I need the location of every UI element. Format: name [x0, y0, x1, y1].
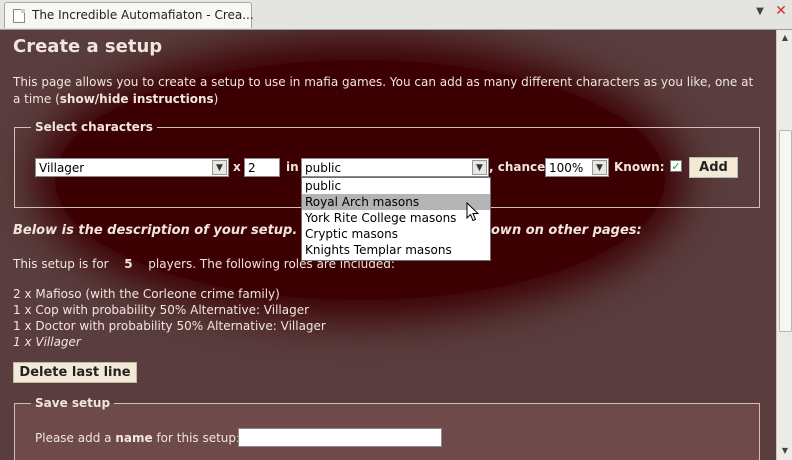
dropdown-option[interactable]: Knights Templar masons [302, 242, 490, 258]
dropdown-option[interactable]: Cryptic masons [302, 226, 490, 242]
page-title: Create a setup [13, 36, 163, 57]
dropdown-option[interactable]: York Rite College masons [302, 210, 490, 226]
tab-list-icon[interactable]: ▼ [753, 6, 767, 20]
browser-tab[interactable]: The Incredible Automafiaton - Crea... [4, 2, 254, 28]
setup-name-input[interactable] [238, 428, 442, 447]
dropdown-option-highlighted[interactable]: Royal Arch masons [302, 194, 490, 210]
page-content: Create a setup This page allows you to c… [0, 30, 776, 460]
close-icon[interactable]: ✕ [774, 4, 788, 18]
name-prompt: Please add a name for this setup: [35, 431, 241, 445]
group-dropdown-list: public Royal Arch masons York Rite Colle… [301, 177, 491, 261]
times-label: x [233, 160, 241, 174]
chevron-down-icon: ▼ [212, 160, 227, 175]
role-line: 1 x Cop with probability 50% Alternative… [13, 303, 310, 317]
players-count: 5 [124, 257, 133, 271]
character-select[interactable]: Villager ▼ [35, 158, 229, 177]
dropdown-option[interactable]: public [302, 178, 490, 194]
browser-tab-bar: The Incredible Automafiaton - Crea... ▼ … [0, 0, 792, 30]
chance-label: , chance [489, 160, 546, 174]
known-label: Known: [614, 160, 665, 174]
description-heading: Below is the description of your setup. … [13, 223, 322, 238]
scrollbar-thumb[interactable] [779, 130, 792, 332]
scroll-down-icon[interactable]: ▼ [778, 444, 792, 458]
chance-select[interactable]: 100% ▼ [545, 158, 609, 177]
count-input[interactable]: 2 [244, 158, 280, 177]
mouse-cursor-icon [466, 202, 480, 222]
save-setup-legend: Save setup [35, 396, 111, 410]
chevron-down-icon: ▼ [472, 160, 487, 175]
role-line: 1 x Doctor with probability 50% Alternat… [13, 319, 326, 333]
chevron-down-icon: ▼ [592, 160, 607, 175]
add-button[interactable]: Add [689, 157, 738, 178]
group-select[interactable]: public ▼ [301, 158, 489, 177]
select-characters-legend: Select characters [35, 120, 153, 134]
description-heading-end: own on other pages: [491, 223, 642, 238]
tab-title: The Incredible Automafiaton - Crea... [32, 8, 254, 22]
known-checkbox[interactable]: ✓ [670, 160, 682, 172]
role-line-last: 1 x Villager [13, 335, 81, 349]
vertical-scrollbar[interactable]: ▲ ▼ [776, 30, 792, 460]
in-label: in [286, 160, 299, 174]
page-icon [13, 9, 25, 23]
intro-text: This page allows you to create a setup t… [13, 75, 754, 106]
delete-last-line-button[interactable]: Delete last line [13, 362, 137, 383]
role-line: 2 x Mafioso (with the Corleone crime fam… [13, 287, 280, 301]
scroll-up-icon[interactable]: ▲ [778, 31, 792, 45]
show-hide-instructions-link[interactable]: show/hide instructions [60, 92, 214, 106]
